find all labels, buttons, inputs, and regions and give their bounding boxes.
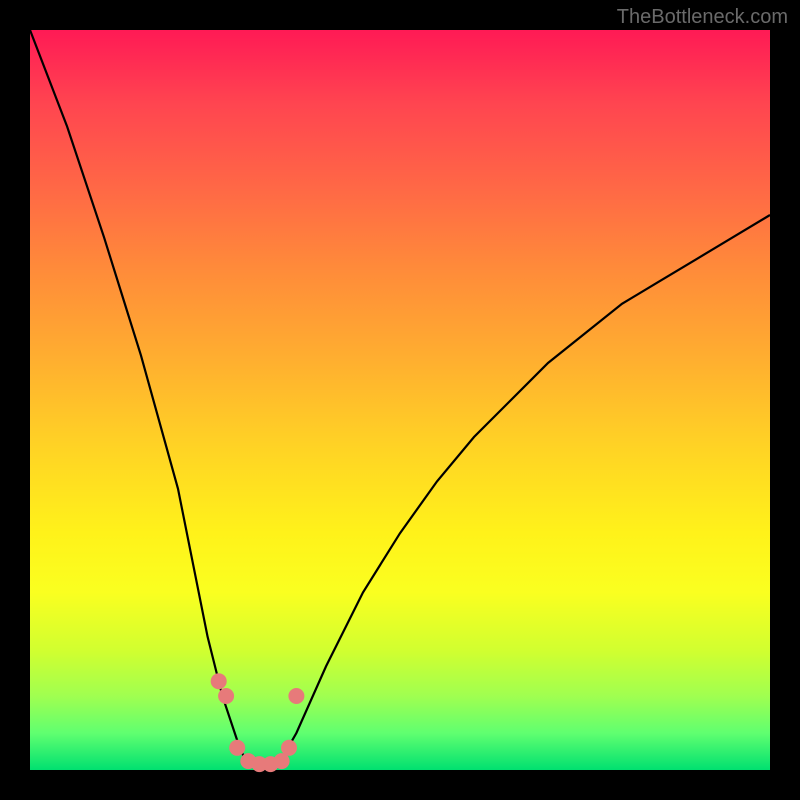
marker-dot: [229, 740, 245, 756]
watermark-text: TheBottleneck.com: [617, 6, 788, 29]
bottleneck-curve: [30, 30, 770, 769]
marker-dot: [211, 673, 227, 689]
marker-dot: [281, 740, 297, 756]
plot-area: [30, 30, 770, 770]
marker-dot: [218, 688, 234, 704]
marker-dots: [211, 673, 305, 772]
chart-svg: [30, 30, 770, 770]
marker-dot: [288, 688, 304, 704]
chart-container: TheBottleneck.com: [0, 0, 800, 800]
